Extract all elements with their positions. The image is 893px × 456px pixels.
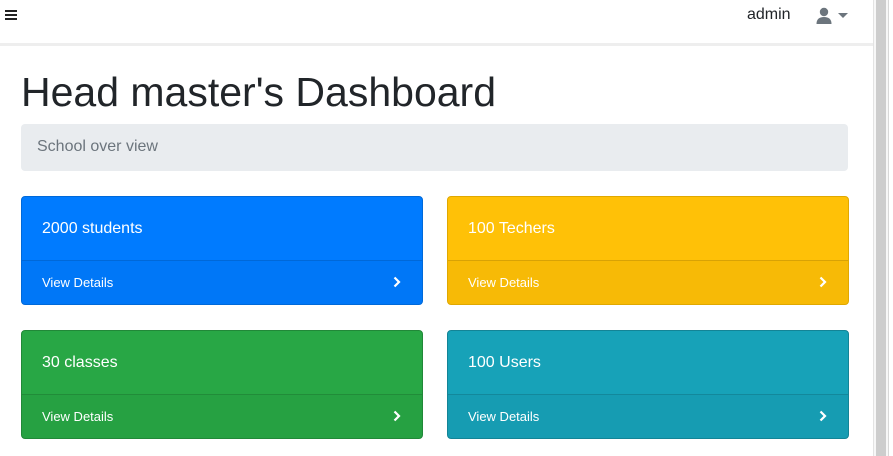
dashboard-page: admin Head master's Dashboard School ove… [0,0,873,456]
view-details-label: View Details [468,409,540,424]
teachers-card: 100 Techers View Details [447,196,849,305]
view-details-label: View Details [42,275,114,290]
card-title: 100 Users [468,354,541,371]
scrollbar-thumb[interactable] [876,0,886,456]
view-details-label: View Details [468,275,540,290]
view-details-link[interactable]: View Details [22,394,422,438]
chevron-right-icon [393,410,401,422]
card-title: 30 classes [42,354,118,371]
top-navbar: admin [0,0,873,46]
view-details-link[interactable]: View Details [22,260,422,304]
chevron-right-icon [393,276,401,288]
users-card: 100 Users View Details [447,330,849,439]
hamburger-menu-icon[interactable] [5,8,19,22]
view-details-label: View Details [42,409,114,424]
page-title: Head master's Dashboard [21,69,497,115]
card-title: 100 Techers [468,220,555,237]
chevron-right-icon [819,410,827,422]
breadcrumb: School over view [21,124,848,171]
view-details-link[interactable]: View Details [448,260,848,304]
user-menu-toggle[interactable] [816,6,852,26]
user-icon [816,7,848,24]
students-card: 2000 students View Details [21,196,423,305]
caret-down-icon [838,13,848,18]
adjacent-window-edge [888,0,893,456]
card-title: 2000 students [42,220,143,237]
user-name[interactable]: admin [747,6,791,24]
chevron-right-icon [819,276,827,288]
breadcrumb-item: School over view [37,138,158,155]
view-details-link[interactable]: View Details [448,394,848,438]
classes-card: 30 classes View Details [21,330,423,439]
